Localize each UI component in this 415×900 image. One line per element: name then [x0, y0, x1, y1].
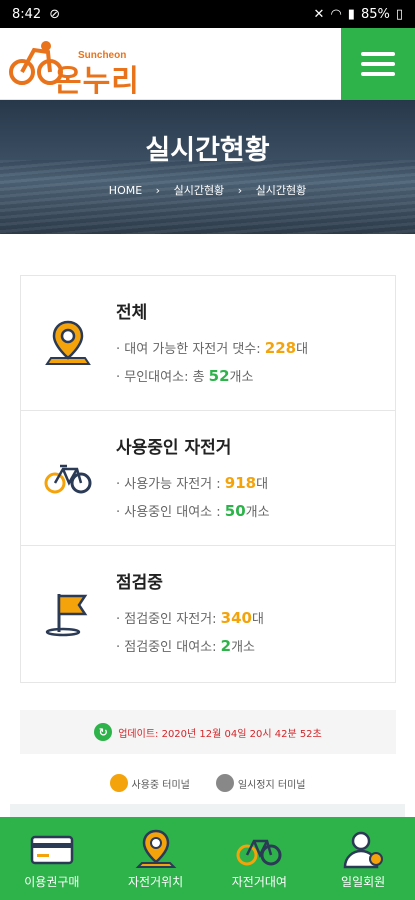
hamburger-menu-button[interactable] — [341, 28, 415, 100]
location-pin-icon — [45, 320, 91, 365]
bottom-nav: 이용권구매 자전거위치 자전거대여 일일회원 — [0, 817, 415, 900]
notification-off-icon: ⊘ — [49, 6, 61, 22]
legend-label: 사용중 터미널 — [131, 779, 190, 791]
label: 사용중인 대여소 : — [124, 505, 225, 520]
label: 점검중인 자전거: — [124, 612, 221, 627]
app-header: Suncheon 온누리 — [0, 28, 415, 100]
breadcrumb-home[interactable]: HOME — [109, 184, 142, 197]
section-title: 전체 — [116, 303, 148, 323]
logo[interactable]: Suncheon 온누리 — [8, 34, 148, 99]
user-icon — [343, 831, 384, 869]
label: 점검중인 대여소: — [124, 640, 221, 655]
unit: 대 — [251, 612, 264, 627]
maintenance-bikes-line: · 점검중인 자전거: 340대 — [116, 609, 264, 627]
battery-icon: ▯ — [395, 6, 403, 22]
nav-ticket-purchase[interactable]: 이용권구매 — [0, 817, 104, 900]
nav-label: 일일회원 — [341, 875, 386, 889]
mute-icon: ✕ — [313, 6, 325, 22]
available-bikes-line: · 대여 가능한 자전거 댓수: 228대 — [116, 339, 309, 357]
breadcrumb-separator: › — [155, 184, 161, 197]
unit: 대 — [256, 477, 269, 492]
nav-bike-rental[interactable]: 자전거대여 — [208, 817, 312, 900]
menu-line — [361, 72, 395, 76]
page-title: 실시간현황 — [145, 135, 270, 166]
unit: 개소 — [229, 370, 254, 385]
label: 대여 가능한 자전거 댓수: — [124, 342, 265, 357]
active-stations-line: · 사용중인 대여소 : 50개소 — [116, 502, 270, 520]
location-pin-icon — [135, 829, 177, 868]
stations-value: 52 — [208, 367, 230, 385]
status-card: 전체 · 대여 가능한 자전거 댓수: 228대 · 무인대여소: 총 52개소… — [20, 275, 396, 683]
gray-dot-icon — [215, 774, 234, 792]
logo-text: 온누리 — [54, 64, 140, 99]
breadcrumb-separator: › — [237, 184, 243, 197]
section-title: 사용중인 자전거 — [116, 438, 232, 458]
maintenance-stations-value: 2 — [220, 637, 232, 655]
status-bar: 8:42 ⊘ ✕ ◠ ▮ 85% ▯ — [0, 0, 415, 28]
nav-bike-location[interactable]: 자전거위치 — [104, 817, 208, 900]
legend-active: 사용중 터미널 — [109, 774, 190, 792]
label: 사용가능 자전거 : — [124, 477, 225, 492]
section-in-use: 사용중인 자전거 · 사용가능 자전거 : 918대 · 사용중인 대여소 : … — [21, 411, 395, 546]
bicycle-icon — [44, 464, 92, 494]
section-total: 전체 · 대여 가능한 자전거 댓수: 228대 · 무인대여소: 총 52개소 — [21, 276, 395, 411]
nav-daily-member[interactable]: 일일회원 — [311, 817, 415, 900]
bicycle-icon — [236, 839, 282, 866]
map-area[interactable] — [10, 804, 405, 818]
battery-level: 85% — [360, 6, 390, 22]
unit: 개소 — [231, 640, 255, 655]
breadcrumb: HOME › 실시간현황 › 실시간현황 — [0, 182, 415, 198]
menu-line — [361, 62, 395, 66]
refresh-icon[interactable]: ↻ — [94, 723, 113, 741]
unit: 대 — [296, 342, 309, 357]
card-icon — [30, 835, 74, 865]
section-title: 점검중 — [116, 573, 163, 593]
breadcrumb-item[interactable]: 실시간현황 — [174, 184, 225, 197]
unit: 개소 — [245, 505, 270, 520]
usable-bikes-line: · 사용가능 자전거 : 918대 — [116, 474, 269, 492]
available-bikes-value: 228 — [264, 339, 297, 357]
hero-banner: 실시간현황 HOME › 실시간현황 › 실시간현황 — [0, 100, 415, 234]
map-legend: 사용중 터미널 일시정지 터미널 — [0, 774, 415, 792]
orange-dot-icon — [109, 774, 128, 792]
update-banner: ↻ 업데이트: 2020년 12월 04일 20시 42분 52초 — [20, 710, 396, 754]
section-maintenance: 점검중 · 점검중인 자전거: 340대 · 점검중인 대여소: 2개소 — [21, 546, 395, 681]
signal-icon: ▮ — [347, 6, 355, 22]
status-time: 8:42 — [12, 6, 42, 22]
update-timestamp: 업데이트: 2020년 12월 04일 20시 42분 52초 — [118, 728, 322, 740]
nav-label: 자전거위치 — [128, 875, 184, 889]
flag-icon — [45, 594, 88, 637]
usable-bikes-value: 918 — [224, 474, 257, 492]
breadcrumb-current: 실시간현황 — [255, 184, 307, 197]
active-stations-value: 50 — [224, 502, 246, 520]
nav-label: 이용권구매 — [24, 875, 80, 889]
stations-line: · 무인대여소: 총 52개소 — [116, 367, 254, 385]
menu-line — [361, 52, 395, 56]
label: 무인대여소: 총 — [124, 370, 209, 385]
wifi-icon: ◠ — [330, 6, 342, 22]
nav-label: 자전거대여 — [231, 875, 287, 889]
maintenance-bikes-value: 340 — [220, 609, 252, 627]
legend-paused: 일시정지 터미널 — [215, 774, 306, 792]
legend-label: 일시정지 터미널 — [237, 779, 306, 791]
maintenance-stations-line: · 점검중인 대여소: 2개소 — [116, 637, 255, 655]
